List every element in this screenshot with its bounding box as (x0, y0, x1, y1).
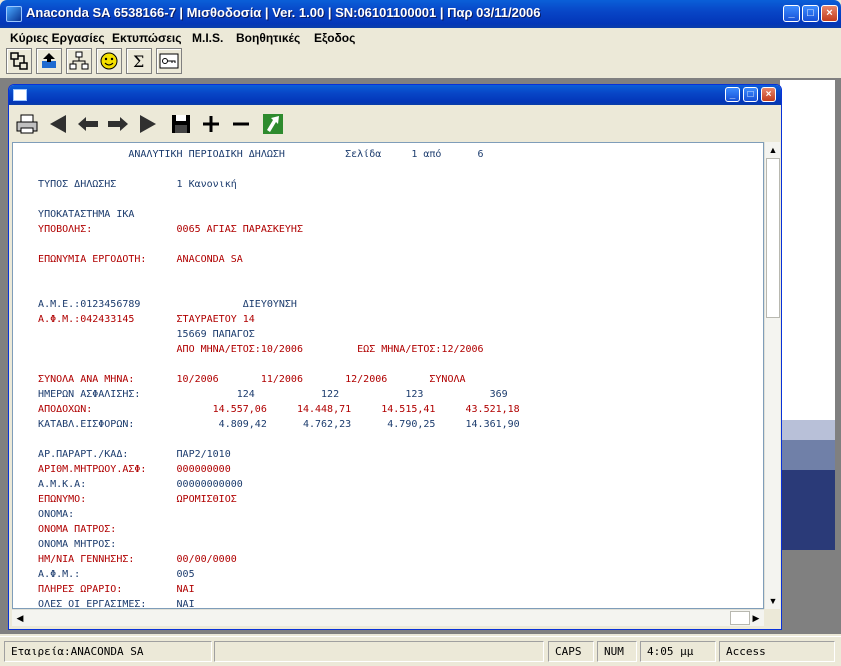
report-minimize-button[interactable]: _ (725, 87, 740, 102)
report-line: ΗΜ/ΝΙΑ ΓΕΝΝΗΣΗΣ: 00/00/0000 (20, 554, 237, 565)
print-icon[interactable] (12, 109, 42, 139)
maximize-button[interactable]: □ (802, 5, 819, 22)
key-icon[interactable] (156, 48, 182, 74)
import-icon[interactable] (36, 48, 62, 74)
report-window-icon[interactable] (13, 89, 27, 101)
status-caps: CAPS (548, 641, 594, 662)
report-line: Α.Φ.Μ.: 005 (20, 569, 195, 580)
report-line: ΗΜΕΡΩΝ ΑΣΦΑΛΙΣΗΣ: 124 122 123 369 (20, 389, 508, 400)
report-line: ΣΥΝΟΛΑ ΑΝΑ ΜΗΝΑ: 10/2006 11/2006 12/2006… (20, 374, 466, 385)
horizontal-scrollbar[interactable]: ◀ ▶ (12, 609, 764, 626)
report-line: ΤΥΠΟΣ ΔΗΛΩΣΗΣ 1 Κανονική (20, 179, 237, 190)
report-line: Α.Μ.Κ.Α: 00000000000 (20, 479, 243, 490)
minimize-button[interactable]: _ (783, 5, 800, 22)
report-line: ΟΝΟΜΑ ΠΑΤΡΟΣ: (20, 524, 117, 535)
vertical-scrollbar[interactable]: ▲ ▼ (764, 142, 780, 609)
report-line: ΑΠΟΔΟΧΩΝ: 14.557,06 14.448,71 14.515,41 … (20, 404, 520, 415)
zoom-in-icon[interactable] (196, 109, 226, 139)
app-icon[interactable] (6, 6, 22, 22)
status-app: Access (719, 641, 835, 662)
application-window: Anaconda SA 6538166-7 | Μισθοδοσία | Ver… (0, 0, 841, 666)
org-chart-icon[interactable] (6, 48, 32, 74)
sigma-icon[interactable]: Σ (126, 48, 152, 74)
menu-utilities[interactable]: Βοηθητικές (236, 31, 300, 45)
report-line: ΚΑΤΑΒΛ.ΕΙΣΦΟΡΩΝ: 4.809,42 4.762,23 4.790… (20, 419, 520, 430)
report-line: ΕΠΩΝΥΜΟ: ΩΡΟΜΙΣΘΙΟΣ (20, 494, 237, 505)
close-button[interactable]: × (821, 5, 838, 22)
exit-icon[interactable] (258, 109, 288, 139)
menu-mis[interactable]: M.I.S. (192, 31, 223, 45)
prev-page-icon[interactable] (73, 109, 103, 139)
report-maximize-button[interactable]: □ (743, 87, 758, 102)
menu-exit[interactable]: Εξοδος (314, 31, 355, 45)
report-line: ΥΠΟΒΟΛΗΣ: 0065 ΑΓΙΑΣ ΠΑΡΑΣΚΕΥΗΣ (20, 224, 303, 235)
report-line: ΑΠΟ ΜΗΝΑ/ΕΤΟΣ:10/2006 ΕΩΣ ΜΗΝΑ/ΕΤΟΣ:12/2… (20, 344, 484, 355)
status-num: NUM (597, 641, 637, 662)
report-line: ΠΛΗΡΕΣ ΩΡΑΡΙΟ: ΝΑΙ (20, 584, 195, 595)
zoom-out-icon[interactable] (226, 109, 256, 139)
save-icon[interactable] (166, 109, 196, 139)
report-window-title-bar[interactable]: _ □ × (9, 85, 781, 105)
report-line: ΑΡ.ΠΑΡΑΡΤ./ΚΑΔ: ΠΑΡ2/1010 (20, 449, 231, 460)
status-company: Εταιρεία:ANACONDA SA (4, 641, 212, 662)
menu-prints[interactable]: Εκτυπώσεις (112, 31, 182, 45)
next-page-icon[interactable] (103, 109, 133, 139)
scroll-left-icon[interactable]: ◀ (12, 610, 28, 626)
report-preview-window: _ □ × ΑΝΑΛΥΤΙΚΗ ΠΕΡΙΟΔΙΚΗ ΔΗΛΩΣΗ Σελίδα … (8, 84, 782, 630)
report-line: 15669 ΠΑΠΑΓΟΣ (20, 329, 255, 340)
scroll-down-icon[interactable]: ▼ (765, 593, 781, 609)
menu-bar: Κύριες Εργασίες Εκτυπώσεις M.I.S. Βοηθητ… (0, 28, 841, 48)
window-title: Anaconda SA 6538166-7 | Μισθοδοσία | Ver… (26, 5, 541, 20)
menu-main-tasks[interactable]: Κύριες Εργασίες (10, 31, 105, 45)
report-close-button[interactable]: × (761, 87, 776, 102)
vertical-scroll-thumb[interactable] (766, 158, 780, 318)
last-page-icon[interactable] (133, 109, 163, 139)
status-bar: Εταιρεία:ANACONDA SA CAPS NUM 4:05 μμ Ac… (0, 636, 841, 666)
scroll-right-icon[interactable]: ▶ (748, 610, 764, 626)
background-document (780, 80, 835, 550)
report-line: ΥΠΟΚΑΤΑΣΤΗΜΑ ΙΚΑ (20, 209, 135, 220)
title-bar[interactable]: Anaconda SA 6538166-7 | Μισθοδοσία | Ver… (0, 0, 841, 28)
report-line: Α.Μ.Ε.:0123456789 ΔΙΕΥΘΥΝΣΗ (20, 299, 297, 310)
report-line: ΑΝΑΛΥΤΙΚΗ ΠΕΡΙΟΔΙΚΗ ΔΗΛΩΣΗ Σελίδα 1 από … (20, 149, 484, 160)
report-page: ΑΝΑΛΥΤΙΚΗ ΠΕΡΙΟΔΙΚΗ ΔΗΛΩΣΗ Σελίδα 1 από … (12, 142, 764, 609)
report-toolbar (12, 107, 778, 141)
svg-text:Σ: Σ (133, 52, 144, 71)
network-icon[interactable] (66, 48, 92, 74)
first-page-icon[interactable] (43, 109, 73, 139)
report-line: Α.Φ.Μ.:042433145 ΣΤΑΥΡΑΕΤΟΥ 14 (20, 314, 255, 325)
report-line: ΟΝΟΜΑ: (20, 509, 75, 520)
smiley-icon[interactable] (96, 48, 122, 74)
status-time: 4:05 μμ (640, 641, 716, 662)
report-line: ΟΛΕΣ ΟΙ ΕΡΓΑΣΙΜΕΣ: ΝΑΙ (20, 599, 195, 609)
status-empty-pane (214, 641, 544, 662)
horizontal-scroll-thumb[interactable] (730, 611, 750, 625)
report-line: ΕΠΩΝΥΜΙΑ ΕΡΓΟΔΟΤΗ: ANACONDA SA (20, 254, 243, 265)
report-line: ΟΝΟΜΑ ΜΗΤΡΟΣ: (20, 539, 117, 550)
report-line: ΑΡΙΘΜ.ΜΗΤΡΩΟΥ.ΑΣΦ: 000000000 (20, 464, 231, 475)
scroll-up-icon[interactable]: ▲ (765, 142, 781, 158)
